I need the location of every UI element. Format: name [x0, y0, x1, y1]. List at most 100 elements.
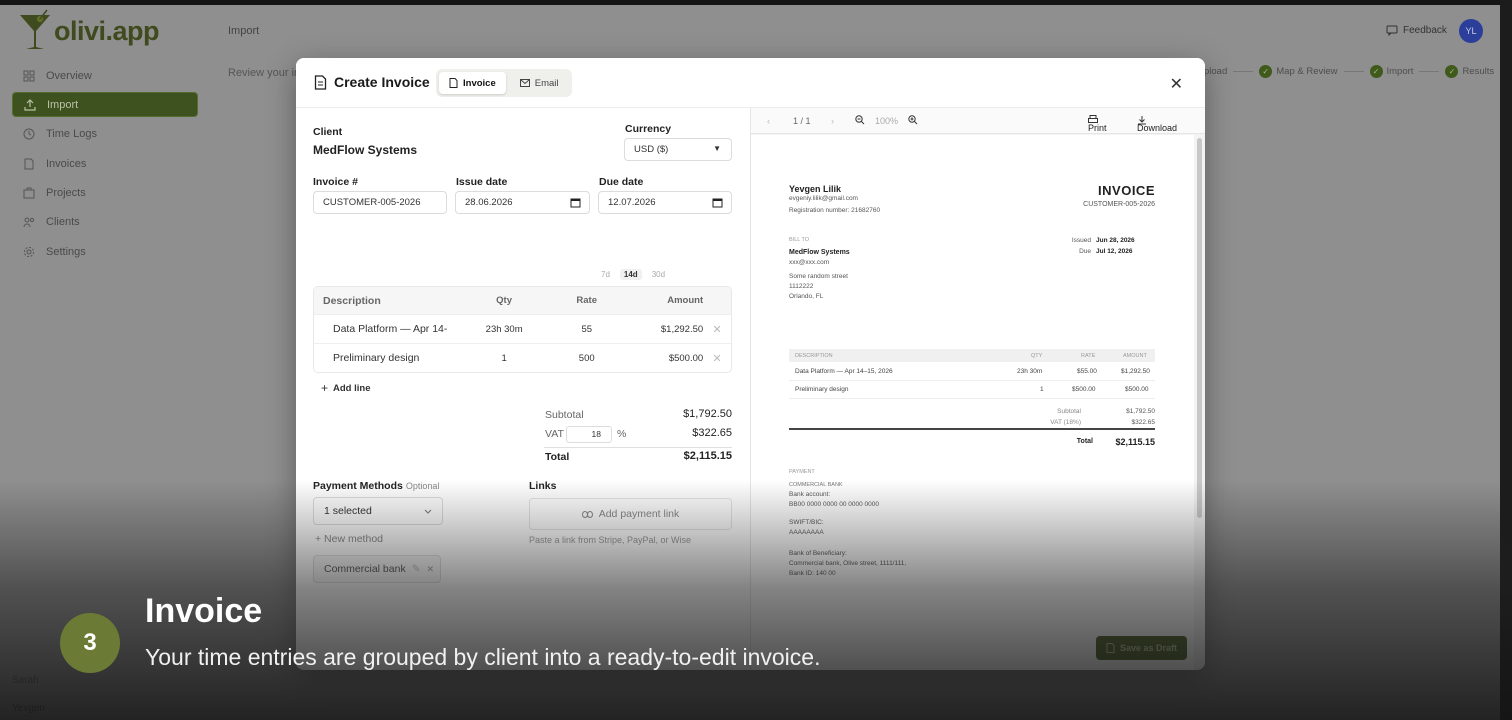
sidebar-item-projects[interactable]: Projects [12, 181, 198, 206]
remove-row-icon[interactable]: ✕ [703, 352, 731, 365]
sidebar: Overview Import Time Logs Invoices Proje… [12, 63, 198, 269]
new-method-button[interactable]: + New method [315, 533, 383, 545]
download-button[interactable]: Download [1137, 115, 1177, 133]
issue-date-label: Issue date [456, 176, 508, 188]
due-value: Jul 12, 2026 [1096, 248, 1133, 255]
save-as-draft-button[interactable]: Save as Draft [1095, 636, 1187, 660]
sidebar-item-settings[interactable]: Settings [12, 239, 198, 264]
sidebar-item-label: Clients [46, 216, 80, 229]
step-label: Map & Review [1276, 66, 1338, 77]
subtotal-label: Subtotal [545, 409, 584, 421]
sidebar-item-label: Import [47, 98, 79, 111]
tab-label: Invoice [463, 77, 496, 89]
window-right-edge [1500, 0, 1512, 720]
payment-methods-title: Payment Methods [313, 480, 403, 492]
row-qty[interactable]: 23h 30m [471, 324, 537, 335]
row-rate[interactable]: 500 [537, 353, 637, 364]
currency-select[interactable]: USD ($) ▼ [624, 138, 732, 161]
mail-icon [519, 79, 530, 87]
avatar[interactable]: YL [1459, 19, 1483, 43]
invoice-number-input[interactable]: CUSTOMER-005-2026 [313, 191, 447, 214]
close-icon[interactable]: ✕ [1170, 74, 1183, 94]
sidebar-item-overview[interactable]: Overview [12, 63, 198, 88]
vat-value: $322.65 [692, 427, 732, 439]
issued-value: Jun 28, 2026 [1096, 237, 1135, 244]
sidebar-user-ghost: Yevgen [12, 703, 45, 714]
zoom-in-icon[interactable] [908, 115, 918, 127]
table-row: Data Platform — Apr 14- 23h 30m 55 $1,29… [314, 314, 731, 343]
due-chip-14d[interactable]: 14d [619, 269, 642, 280]
sidebar-item-invoices[interactable]: Invoices [12, 151, 198, 176]
feedback-label: Feedback [1403, 25, 1447, 36]
payment-methods-select[interactable]: 1 selected [313, 497, 443, 525]
row-rate[interactable]: 55 [537, 324, 637, 335]
add-line-button[interactable]: + Add line [321, 381, 371, 395]
row-amount: $500.00 [668, 352, 704, 364]
file-text-icon [314, 74, 327, 90]
modal-title: Create Invoice [314, 74, 430, 90]
preview-row-description: Preliminary design [795, 386, 849, 393]
issue-date-input[interactable]: 28.06.2026 [455, 191, 590, 214]
optional-hint: Optional [405, 481, 440, 491]
row-description[interactable]: Data Platform — Apr 14- [314, 323, 471, 335]
logo[interactable]: olivi.app [18, 9, 160, 53]
invoice-number-label: Invoice # [313, 176, 358, 188]
vat-rate-input[interactable]: 18 [566, 426, 612, 443]
calendar-icon[interactable] [712, 197, 723, 208]
due-chip-30d[interactable]: 30d [648, 269, 669, 280]
issue-date-value: 28.06.2026 [465, 197, 513, 208]
due-chip-7d[interactable]: 7d [597, 269, 614, 280]
bank-account-value: BB00 0000 0000 00 0000 0000 [789, 501, 880, 508]
clock-icon [22, 127, 36, 141]
due-date-value: 12.07.2026 [608, 197, 656, 208]
preview-row-rate: $500.00 [1072, 386, 1096, 393]
sidebar-item-import[interactable]: Import [12, 92, 198, 118]
tab-label: Email [534, 77, 559, 89]
step-connector [1343, 71, 1364, 72]
preview-scrollbar[interactable] [1197, 138, 1202, 518]
next-page-icon[interactable]: › [831, 116, 834, 126]
users-icon [22, 215, 36, 229]
prev-page-icon[interactable]: ‹ [767, 116, 770, 126]
preview-table-header: DESCRIPTION QTY RATE AMOUNT [789, 349, 1155, 362]
invoice-email-toggle: Invoice Email [436, 69, 572, 97]
divider [789, 380, 1155, 381]
calendar-icon[interactable] [570, 197, 581, 208]
save-icon [1106, 643, 1115, 653]
sidebar-item-time-logs[interactable]: Time Logs [12, 122, 198, 147]
tab-invoice[interactable]: Invoice [439, 72, 506, 94]
step-connector [1419, 71, 1440, 72]
invoice-number-value: CUSTOMER-005-2026 [323, 197, 421, 208]
bill-to-label: BILL TO [789, 237, 810, 243]
remove-row-icon[interactable]: ✕ [703, 323, 731, 336]
step-upload: pload [1204, 66, 1227, 77]
print-button[interactable]: Print [1088, 115, 1107, 133]
sidebar-item-label: Projects [46, 187, 86, 200]
bank-name: COMMERCIAL BANK [789, 482, 843, 488]
save-as-draft-label: Save as Draft [1119, 643, 1177, 653]
step-number-badge: 3 [60, 613, 120, 673]
swift-value: AAAAAAAA [789, 529, 824, 536]
preview-vat-label: VAT (18%) [1050, 419, 1081, 426]
tab-email[interactable]: Email [510, 72, 569, 94]
feedback-button[interactable]: Feedback [1386, 25, 1447, 36]
add-payment-link-button[interactable]: Add payment link [529, 498, 732, 530]
bank-id: Bank ID: 140 00 [789, 570, 836, 577]
preview-row-rate: $55.00 [1077, 368, 1097, 375]
page-indicator: 1 / 1 [793, 116, 811, 126]
download-label: Download [1137, 123, 1178, 133]
due-date-input[interactable]: 12.07.2026 [598, 191, 732, 214]
row-description[interactable]: Preliminary design [314, 352, 471, 364]
sidebar-item-clients[interactable]: Clients [12, 210, 198, 235]
row-amount: $1,292.50 [660, 323, 704, 335]
row-qty[interactable]: 1 [471, 353, 537, 364]
modal-title-text: Create Invoice [334, 74, 430, 90]
col-amount: Amount [667, 295, 704, 306]
bill-to-street: Some random street [789, 273, 848, 280]
subtotal-value: $1,792.50 [683, 408, 732, 420]
remove-chip-icon[interactable]: ✕ [427, 564, 435, 575]
zoom-out-icon[interactable] [855, 115, 865, 127]
pencil-icon[interactable]: ✎ [412, 563, 421, 575]
col-qty: Qty [496, 295, 513, 306]
modal-header: Create Invoice Invoice Email ✕ [296, 58, 1205, 108]
